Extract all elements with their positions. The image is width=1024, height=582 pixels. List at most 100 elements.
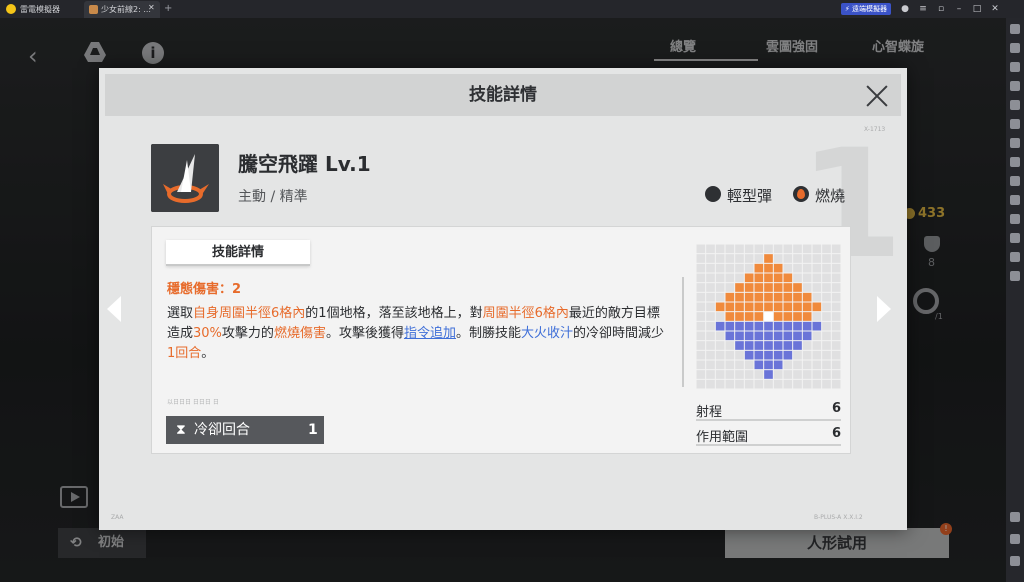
grid-cell-range bbox=[773, 263, 783, 273]
grid-cell bbox=[706, 360, 715, 370]
emulator-logo-icon bbox=[6, 4, 16, 14]
grid-cell bbox=[696, 254, 706, 263]
grid-cell bbox=[715, 341, 725, 350]
skill-leap-icon bbox=[151, 144, 219, 212]
folder-icon[interactable] bbox=[1010, 233, 1020, 243]
emulator-app-name: 雷電模擬器 bbox=[20, 5, 60, 14]
grid-cell bbox=[725, 379, 735, 389]
grid-cell-area bbox=[754, 350, 764, 360]
tab-close-icon[interactable]: ✕ bbox=[148, 3, 155, 12]
grid-cell-range bbox=[793, 312, 802, 321]
grid-cell bbox=[715, 292, 725, 302]
grid-cell bbox=[812, 283, 822, 292]
grid-cell-area bbox=[764, 341, 773, 350]
grid-cell-range bbox=[802, 302, 812, 312]
modal-title: 技能詳情 bbox=[469, 85, 537, 105]
minimize-icon[interactable]: – bbox=[953, 3, 965, 15]
grid-cell bbox=[831, 244, 841, 254]
grid-cell bbox=[793, 263, 802, 273]
grid-cell-area bbox=[764, 321, 773, 331]
previous-arrow-icon[interactable] bbox=[107, 296, 121, 322]
grid-cell-area bbox=[773, 350, 783, 360]
maximize-icon[interactable]: □ bbox=[971, 3, 983, 15]
grid-cell bbox=[735, 370, 744, 379]
grid-cell bbox=[831, 341, 841, 350]
tab-skill-detail[interactable]: 技能詳情 bbox=[166, 240, 310, 266]
grid-cell-area bbox=[773, 331, 783, 341]
video-icon[interactable] bbox=[1010, 176, 1020, 186]
grid-cell bbox=[802, 341, 812, 350]
menu-icon[interactable]: ≡ bbox=[917, 3, 929, 15]
grid-cell bbox=[706, 292, 715, 302]
skill-detail-card: 技能詳情 穩態傷害：2 選取自身周圍半徑6格內的1個地格，落至該地格上，對周圍半… bbox=[151, 226, 851, 454]
grid-cell bbox=[822, 283, 831, 292]
fullscreen-icon[interactable] bbox=[1010, 81, 1020, 91]
description-text: 攻擊力的 bbox=[221, 326, 274, 341]
grid-cell-area bbox=[764, 360, 773, 370]
grid-cell bbox=[793, 350, 802, 360]
grid-cell bbox=[696, 341, 706, 350]
sync-icon[interactable] bbox=[1010, 195, 1020, 205]
tab-game[interactable]: 少女前線2: ... ✕ bbox=[84, 1, 160, 18]
grid-cell bbox=[725, 273, 735, 283]
volume-down-icon[interactable] bbox=[1010, 62, 1020, 72]
volume-up-icon[interactable] bbox=[1010, 43, 1020, 53]
keyword-link[interactable]: 指令追加 bbox=[404, 326, 456, 341]
grid-cell-range bbox=[802, 292, 812, 302]
grid-cell bbox=[735, 360, 744, 370]
grid-cell bbox=[802, 273, 812, 283]
account-icon[interactable]: ● bbox=[899, 3, 911, 15]
keyword-highlight: 大火收汁 bbox=[521, 326, 574, 341]
grid-cell bbox=[715, 331, 725, 341]
grid-cell bbox=[783, 370, 793, 379]
grid-cell bbox=[802, 370, 812, 379]
screenshot-icon[interactable] bbox=[1010, 119, 1020, 129]
home-nav-icon[interactable] bbox=[1010, 534, 1020, 544]
stat-area-label: 作用範圍 bbox=[696, 430, 749, 445]
back-nav-icon[interactable] bbox=[1010, 512, 1020, 522]
grid-cell bbox=[696, 263, 706, 273]
restore-window-icon[interactable]: ▫ bbox=[935, 3, 947, 15]
grid-cell-range bbox=[744, 312, 754, 321]
stat-range: 射程 6 bbox=[696, 401, 841, 421]
grid-cell bbox=[715, 244, 725, 254]
keyboard-icon[interactable] bbox=[1010, 24, 1020, 34]
grid-cell bbox=[696, 283, 706, 292]
multi-window-icon[interactable] bbox=[1010, 157, 1020, 167]
grid-cell-range bbox=[812, 302, 822, 312]
location-icon[interactable] bbox=[1010, 252, 1020, 262]
grid-cell-range bbox=[783, 273, 793, 283]
grid-cell-area bbox=[802, 321, 812, 331]
close-window-icon[interactable]: ✕ bbox=[989, 3, 1001, 15]
grid-cell bbox=[725, 370, 735, 379]
grid-cell bbox=[715, 360, 725, 370]
stat-area-value: 6 bbox=[831, 426, 841, 441]
grid-cell bbox=[831, 350, 841, 360]
remote-emulator-button[interactable]: ⚡ 遠端模擬器 bbox=[841, 3, 891, 15]
grid-cell bbox=[696, 312, 706, 321]
record-icon[interactable] bbox=[1010, 100, 1020, 110]
grid-cell-area bbox=[764, 370, 773, 379]
more-icon[interactable] bbox=[1010, 271, 1020, 281]
grid-cell bbox=[744, 244, 754, 254]
close-icon[interactable] bbox=[865, 84, 889, 108]
grid-cell bbox=[764, 379, 773, 389]
recents-nav-icon[interactable] bbox=[1010, 556, 1020, 566]
grid-cell bbox=[706, 302, 715, 312]
grid-cell bbox=[735, 350, 744, 360]
grid-cell bbox=[706, 244, 715, 254]
copy-icon[interactable] bbox=[1010, 214, 1020, 224]
grid-cell bbox=[773, 379, 783, 389]
grid-cell bbox=[831, 283, 841, 292]
install-apk-icon[interactable] bbox=[1010, 138, 1020, 148]
next-arrow-icon[interactable] bbox=[877, 296, 891, 322]
grid-cell bbox=[706, 370, 715, 379]
grid-cell-range bbox=[773, 312, 783, 321]
grid-cell bbox=[773, 254, 783, 263]
grid-cell-area bbox=[744, 331, 754, 341]
keyword-highlight: 1回合 bbox=[167, 346, 202, 361]
description-scrollbar[interactable] bbox=[682, 277, 684, 387]
grid-cell bbox=[715, 370, 725, 379]
add-tab-button[interactable]: + bbox=[164, 3, 172, 14]
burn-icon bbox=[793, 186, 809, 202]
